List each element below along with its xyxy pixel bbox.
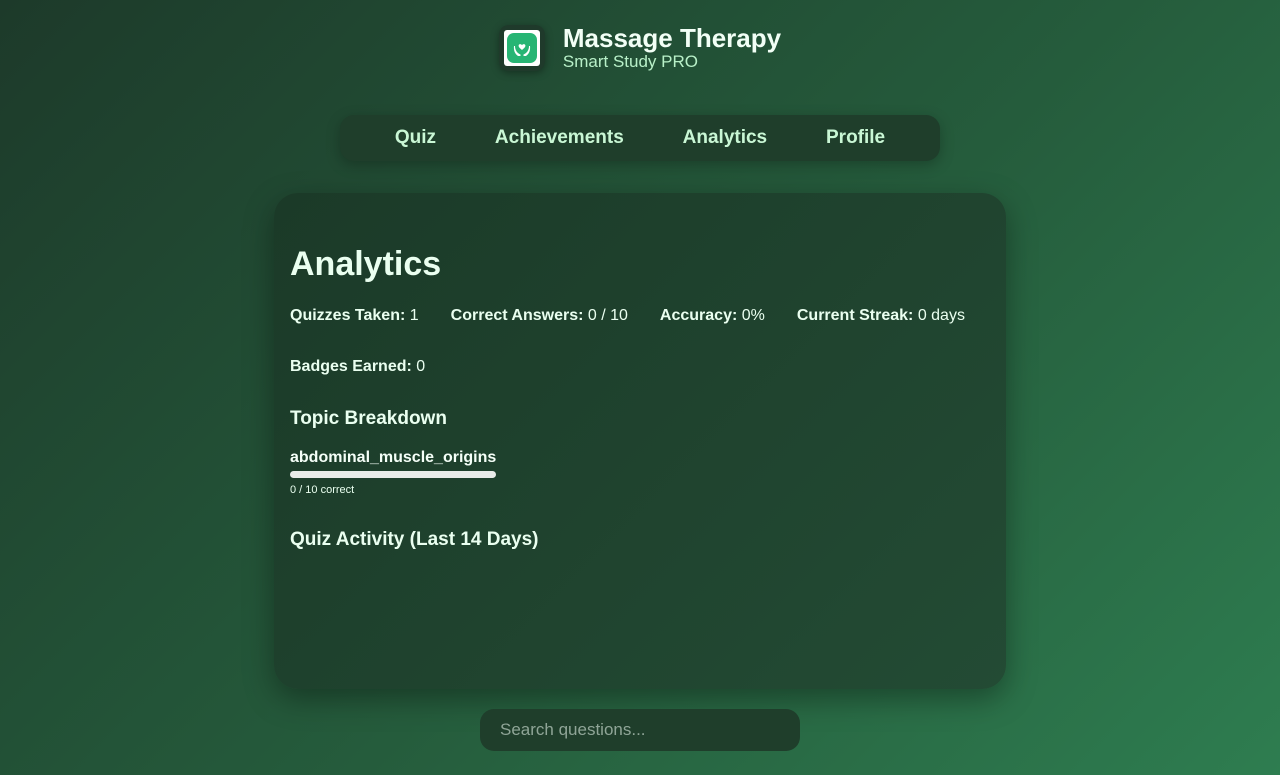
app-logo <box>498 25 545 71</box>
app-header: Massage Therapy Smart Study PRO <box>0 24 1280 72</box>
nav-tab-analytics[interactable]: Analytics <box>679 121 771 155</box>
topic-name: abdominal_muscle_origins <box>290 449 497 466</box>
stat-value: 1 <box>409 307 419 324</box>
nav-tab-quiz[interactable]: Quiz <box>391 121 440 155</box>
stat-label: Accuracy: <box>659 307 738 324</box>
topic-correct-count: 0 / 10 correct <box>290 484 355 496</box>
stat-label: Current Streak: <box>796 307 914 324</box>
analytics-card: Analytics Quizzes Taken: 1 Correct Answe… <box>274 193 1006 689</box>
stat-label: Correct Answers: <box>450 307 584 324</box>
topic-progress-bar <box>290 471 496 478</box>
nav-tab-achievements[interactable]: Achievements <box>491 121 628 155</box>
topic-breakdown-heading: Topic Breakdown <box>290 408 447 429</box>
main-nav: Quiz Achievements Analytics Profile <box>340 115 940 161</box>
search-input[interactable] <box>480 709 800 751</box>
stat-correct-answers: Correct Answers: 0 / 10 <box>451 307 628 325</box>
hands-heart-icon <box>506 33 537 63</box>
stats-row-2: Badges Earned: 0 <box>290 358 457 376</box>
stat-accuracy: Accuracy: 0% <box>660 307 765 325</box>
stat-quizzes-taken: Quizzes Taken: 1 <box>290 307 419 325</box>
nav-tab-profile[interactable]: Profile <box>822 121 889 155</box>
stat-current-streak: Current Streak: 0 days <box>797 307 965 325</box>
stat-badges-earned: Badges Earned: 0 <box>290 358 425 376</box>
stat-value: 0 <box>416 358 426 375</box>
stat-label: Quizzes Taken: <box>290 307 406 324</box>
stat-value: 0% <box>741 307 765 324</box>
app-subtitle: Smart Study PRO <box>562 52 698 71</box>
stat-value: 0 / 10 <box>587 307 628 324</box>
stat-value: 0 days <box>917 307 965 324</box>
app-title: Massage Therapy <box>562 23 782 53</box>
brand-text: Massage Therapy Smart Study PRO <box>563 24 781 72</box>
stats-row: Quizzes Taken: 1 Correct Answers: 0 / 10… <box>290 307 997 325</box>
stat-label: Badges Earned: <box>290 358 412 375</box>
analytics-title: Analytics <box>290 245 442 283</box>
quiz-activity-heading: Quiz Activity (Last 14 Days) <box>290 529 539 550</box>
